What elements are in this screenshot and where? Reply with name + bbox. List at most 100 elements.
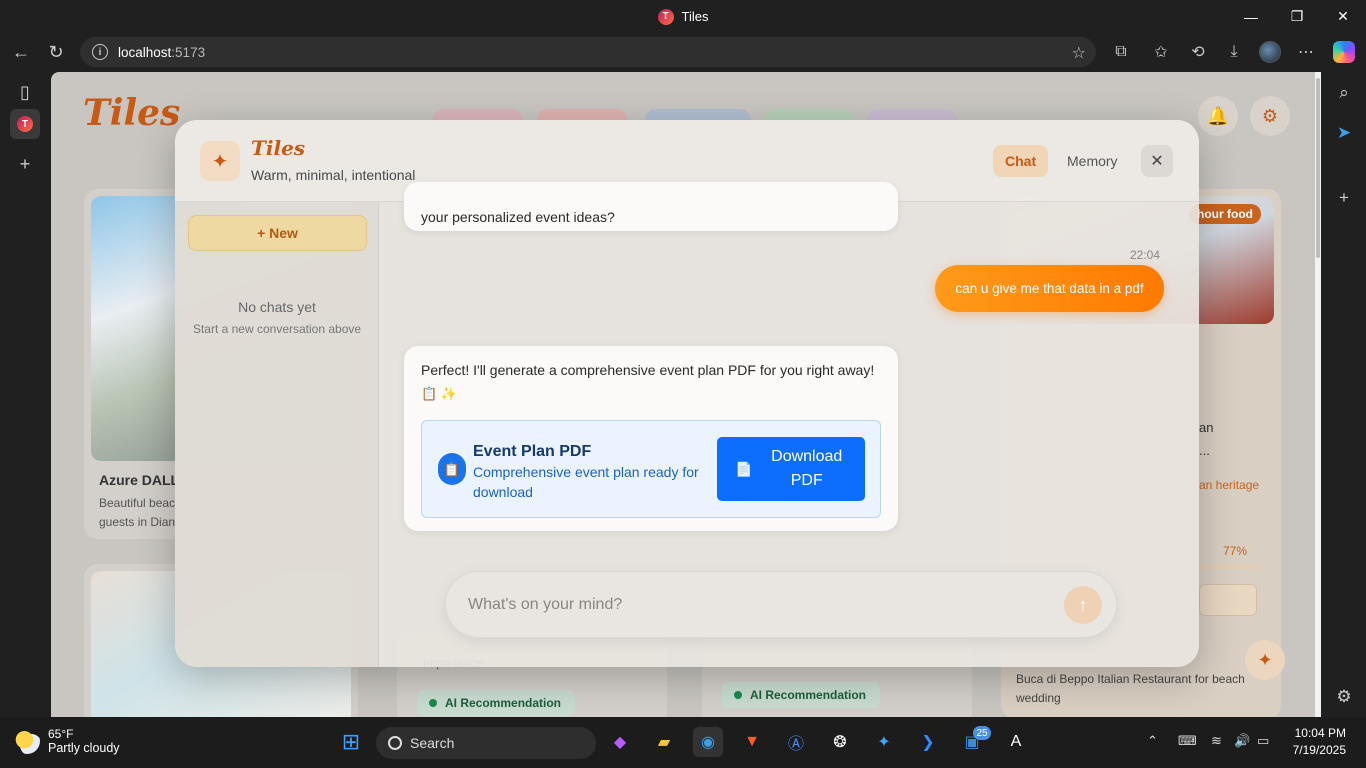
extensions-icon[interactable]: ⧉ [1106, 38, 1136, 66]
close-icon[interactable]: ✕ [1141, 145, 1173, 177]
address-bar[interactable]: i localhost:5173 ☆ [80, 37, 1096, 67]
taskbar-search[interactable]: Search [376, 727, 596, 759]
sidebar-settings-icon[interactable]: ⚙ [1330, 683, 1358, 711]
anthropic-app-icon[interactable]: A [1001, 727, 1031, 757]
ai-recommendation-badge: AI Recommendation [722, 682, 881, 708]
partly-cloudy-icon [14, 728, 40, 754]
scrollbar-thumb[interactable] [1316, 78, 1320, 258]
empty-state-title: No chats yet [238, 299, 316, 315]
browser-title-bar: T Tiles ― ❐ ✕ [0, 0, 1366, 33]
telegram-icon[interactable]: ➤ [1330, 119, 1358, 147]
tab-actions-icon[interactable]: ▯ [10, 77, 40, 107]
edge-browser-icon[interactable]: ◉ [693, 727, 723, 757]
favorites-icon[interactable]: ✩ [1146, 38, 1176, 66]
tiles-favicon: T [657, 8, 674, 25]
app-logo[interactable]: Tiles [83, 92, 180, 134]
search-icon [388, 736, 402, 750]
more-menu-icon[interactable]: ⋯ [1291, 38, 1321, 66]
page-scrollbar[interactable] [1315, 72, 1321, 717]
ai-message-bubble: Perfect! I'll generate a comprehensive e… [404, 346, 898, 531]
battery-icon[interactable]: ▭ [1257, 733, 1269, 749]
document-icon: 📄 [735, 461, 753, 477]
notification-count-badge: 25 [973, 726, 991, 740]
tile-text: Beautiful beac [99, 496, 176, 510]
brave-browser-icon[interactable]: ▼ [737, 727, 767, 757]
url-host: localhost [118, 44, 172, 60]
restore-button[interactable]: ❐ [1274, 0, 1320, 33]
modal-subtitle: Warm, minimal, intentional [251, 167, 416, 183]
new-chat-button[interactable]: + New [188, 215, 367, 251]
tile-progress-percent: 77% [1223, 544, 1248, 558]
back-icon[interactable]: ← [6, 38, 36, 66]
window-title-text: Tiles [681, 9, 709, 24]
chat-history-sidebar: + New No chats yet Start a new conversat… [175, 202, 379, 667]
window-controls: ― ❐ ✕ [1228, 0, 1366, 33]
settings-gear-icon[interactable]: ⚙ [1250, 96, 1290, 136]
minimize-button[interactable]: ― [1228, 0, 1274, 33]
vscode-icon[interactable]: ❯ [913, 727, 943, 757]
sparkle-icon: ✦ [200, 141, 240, 181]
tab-chat[interactable]: Chat [993, 145, 1049, 177]
message-timestamp: 22:04 [1130, 248, 1161, 262]
modal-brand: Tiles [251, 136, 306, 160]
copilot-app-icon[interactable]: ◆ [605, 727, 635, 757]
chatgpt-icon[interactable]: ❂ [825, 727, 855, 757]
favorite-star-icon[interactable]: ☆ [1072, 43, 1086, 63]
empty-state-subtitle: Start a new conversation above [192, 322, 362, 336]
tray-chevron-icon[interactable]: ⌃ [1147, 733, 1158, 749]
history-icon[interactable]: ⟲ [1183, 38, 1213, 66]
ai-message-emojis: 📋 ✨ [421, 386, 457, 401]
notifications-bell-icon[interactable]: 🔔 [1198, 96, 1238, 136]
edge-sidebar: ⌕ ➤ + ⚙ [1322, 71, 1366, 717]
user-message-bubble: can u give me that data in a pdf [935, 265, 1164, 312]
ai-sparkle-fab[interactable]: ✦ [1245, 640, 1285, 680]
file-explorer-icon[interactable]: ▰ [649, 727, 679, 757]
tile-heritage-text: an heritage [1199, 478, 1260, 492]
tab-memory[interactable]: Memory [1055, 145, 1130, 177]
pdf-title: Event Plan PDF [473, 443, 592, 460]
url-port: :5173 [171, 44, 206, 60]
weather-temperature: 65°F [48, 727, 74, 741]
tile-tag: hour food [1189, 204, 1261, 224]
tile-title: Azure DALL- [99, 472, 184, 488]
clock-date: 7/19/2025 [1292, 743, 1346, 757]
site-info-icon[interactable]: i [92, 44, 108, 60]
tab-tiles[interactable]: T [10, 109, 40, 139]
tile-text: an [1199, 420, 1214, 435]
keyboard-icon[interactable]: ⌨ [1178, 733, 1197, 749]
bluesky-icon[interactable]: ✦ [869, 727, 899, 757]
user-message-text: can u give me that data in a pdf [955, 281, 1144, 296]
new-tab-icon[interactable]: + [10, 149, 40, 179]
message-input[interactable] [468, 592, 1028, 618]
chat-modal: ✦ Tiles Warm, minimal, intentional Chat … [175, 120, 1199, 667]
message-input-box: ↑ [445, 571, 1117, 638]
download-pdf-label: Download PDF [771, 448, 843, 489]
ai-message-text: your personalized event ideas? [421, 209, 615, 225]
volume-icon[interactable]: 🔊 [1234, 733, 1250, 749]
system-clock[interactable]: 10:04 PM 7/19/2025 [1280, 725, 1346, 759]
window-title: T Tiles [0, 0, 1366, 33]
taskbar-search-label: Search [410, 735, 455, 751]
weather-widget[interactable]: 65°F Partly cloudy [14, 727, 120, 755]
sidebar-search-icon[interactable]: ⌕ [1330, 79, 1358, 107]
windows-start-icon[interactable]: ⊞ [336, 727, 366, 757]
download-pdf-button[interactable]: 📄 Download PDF [717, 437, 865, 501]
pdf-attachment-card: 📋 Event Plan PDF Comprehensive event pla… [421, 420, 881, 518]
refresh-icon[interactable]: ↻ [41, 38, 71, 66]
send-arrow-icon[interactable]: ↑ [1064, 586, 1102, 624]
ai-recommendation-badge: AI Recommendation [417, 690, 576, 716]
downloads-icon[interactable]: ⤓ [1219, 38, 1249, 66]
close-window-button[interactable]: ✕ [1320, 0, 1366, 33]
profile-button[interactable] [1255, 38, 1285, 66]
tab-tiles-favicon: T [17, 116, 33, 132]
address-bar-row: ← ↻ i localhost:5173 ☆ ⧉ ✩ ⟲ ⤓ ⋯ [0, 33, 1366, 71]
app-store-icon[interactable]: Ⓐ [781, 727, 811, 757]
wifi-icon[interactable]: ≋ [1211, 733, 1222, 749]
copilot-logo [1333, 41, 1355, 63]
tile-action-button[interactable] [1199, 584, 1257, 616]
sidebar-add-icon[interactable]: + [1330, 184, 1358, 212]
ai-message-text: Perfect! I'll generate a comprehensive e… [421, 362, 875, 378]
copilot-icon[interactable] [1329, 38, 1359, 66]
chat-messages: your personalized event ideas? 22:04 can… [380, 182, 1199, 667]
weather-description: Partly cloudy [48, 741, 120, 755]
